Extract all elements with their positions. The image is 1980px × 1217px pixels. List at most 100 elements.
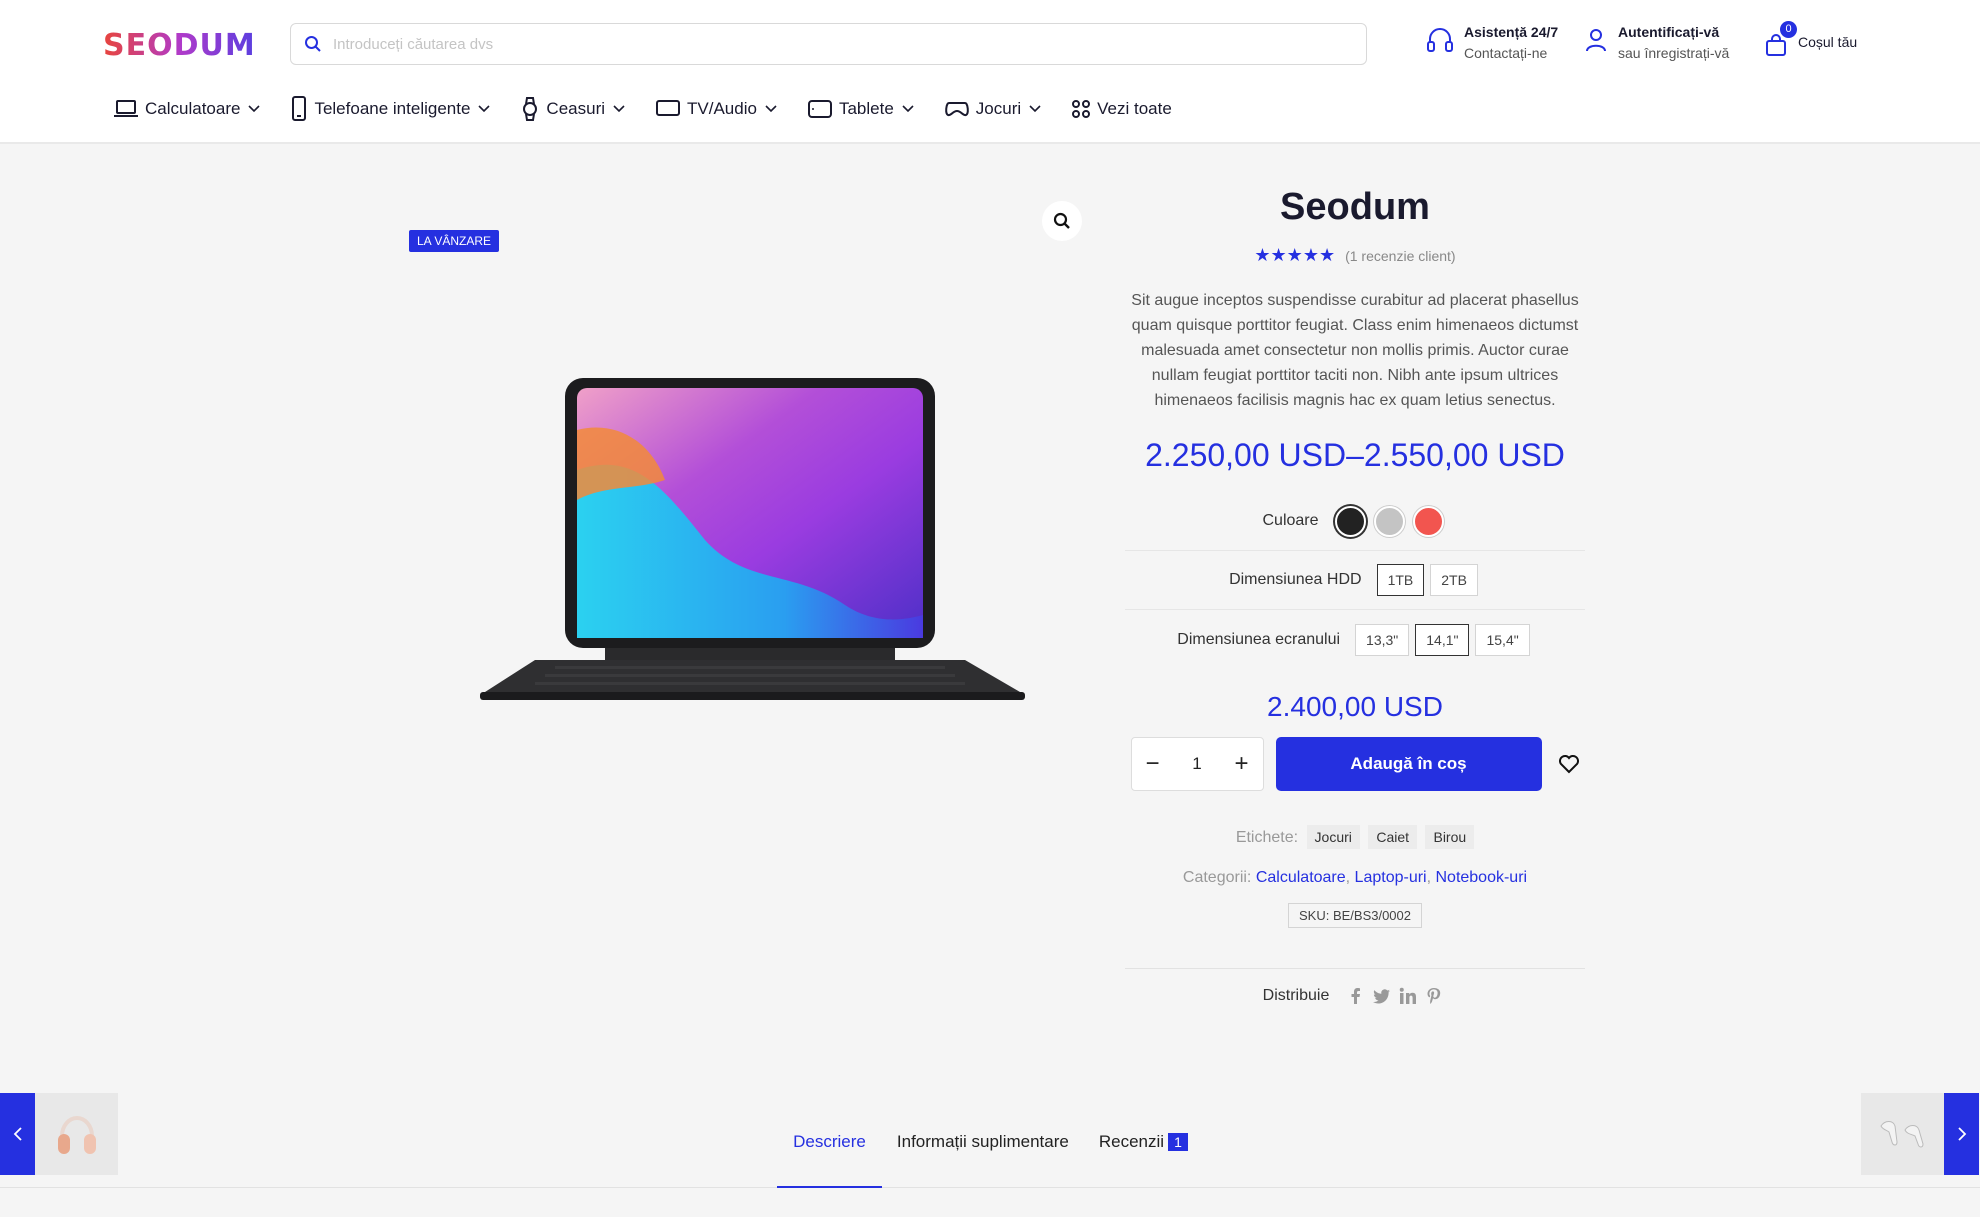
linkedin-icon[interactable] — [1399, 987, 1417, 1005]
category-link[interactable]: Notebook-uri — [1435, 869, 1527, 886]
product-tabs: Descriere Informații suplimentare Recenz… — [0, 1120, 1980, 1188]
nav-item-telefoane[interactable]: Telefoane inteligente — [290, 96, 490, 122]
tab-description[interactable]: Descriere — [777, 1120, 882, 1188]
screen-option-15[interactable]: 15,4" — [1475, 623, 1530, 656]
zoom-button[interactable] — [1042, 201, 1082, 241]
main-nav: Calculatoare Telefoane inteligente Ceasu… — [113, 96, 1202, 122]
screen-option-14[interactable]: 14,1" — [1415, 623, 1470, 656]
tag-link[interactable]: Birou — [1425, 825, 1475, 849]
tab-reviews[interactable]: Recenzii 1 — [1084, 1120, 1203, 1188]
account-subtitle: sau înregistrați-vă — [1618, 45, 1730, 61]
hdd-label: Dimensiunea HDD — [1229, 571, 1362, 588]
swatch-red[interactable] — [1412, 505, 1444, 537]
category-link[interactable]: Laptop-uri — [1355, 869, 1427, 886]
nav-item-calculatoare[interactable]: Calculatoare — [113, 98, 261, 120]
account-link[interactable]: Autentificați-vă sau înregistrați-vă — [1584, 22, 1729, 64]
product-title: Seodum — [1280, 186, 1430, 228]
nav-item-ceasuri[interactable]: Ceasuri — [520, 96, 625, 122]
reviews-count-badge: 1 — [1168, 1133, 1188, 1151]
nav-label: Vezi toate — [1097, 99, 1172, 118]
product-sku-row: SKU: BE/BS3/0002 — [1125, 903, 1585, 928]
swatch-silver[interactable] — [1373, 505, 1405, 537]
minus-button[interactable]: − — [1146, 750, 1160, 778]
cart-count-badge: 0 — [1780, 21, 1797, 38]
search-input[interactable] — [333, 32, 1353, 56]
product-image[interactable] — [465, 370, 1035, 710]
screen-attribute: Dimensiunea ecranului 13,3" 14,1" 15,4" — [1125, 610, 1585, 669]
nav-label: Ceasuri — [546, 99, 606, 118]
watch-icon — [523, 97, 538, 121]
nav-label: Calculatoare — [145, 99, 241, 118]
categories-label: Categorii: — [1182, 869, 1252, 886]
site-header: SEODUM Asistență 24/7 Contactați-ne Aute… — [0, 0, 1980, 144]
headset-icon — [1427, 28, 1453, 52]
twitter-icon[interactable] — [1373, 987, 1391, 1005]
gamepad-icon — [944, 102, 969, 117]
plus-button[interactable]: + — [1234, 750, 1248, 778]
nav-label: Telefoane inteligente — [314, 99, 471, 118]
tab-additional-info[interactable]: Informații suplimentare — [882, 1120, 1084, 1188]
support-link[interactable]: Asistență 24/7 Contactați-ne — [1426, 22, 1558, 64]
support-title: Asistență 24/7 — [1464, 24, 1559, 40]
hdd-attribute: Dimensiunea HDD 1TB 2TB — [1125, 551, 1585, 610]
screen-option-13[interactable]: 13,3" — [1355, 623, 1410, 656]
support-subtitle: Contactați-ne — [1464, 45, 1548, 61]
magnifier-icon — [1053, 212, 1070, 229]
share-label: Distribuie — [1262, 987, 1330, 1004]
swatch-black[interactable] — [1334, 505, 1366, 537]
search-bar[interactable] — [290, 23, 1367, 65]
nav-label: Tablete — [838, 99, 894, 118]
product-tags: Etichete: Jocuri Caiet Birou — [1125, 825, 1585, 849]
nav-item-vezi-toate[interactable]: Vezi toate — [1071, 99, 1172, 119]
nav-item-jocuri[interactable]: Jocuri — [944, 99, 1041, 119]
hdd-option-2tb[interactable]: 2TB — [1430, 564, 1478, 596]
tablet-icon — [807, 100, 832, 118]
tv-icon — [656, 100, 681, 116]
pinterest-icon[interactable] — [1425, 987, 1443, 1005]
hdd-option-1tb[interactable]: 1TB — [1376, 564, 1425, 596]
chevron-down-icon — [902, 105, 914, 113]
product-rating: ★★★★★ (1 recenzie client) — [1125, 245, 1585, 266]
product-description: Sit augue inceptos suspendisse curabitur… — [1131, 292, 1579, 409]
cart-icon — [1766, 34, 1786, 56]
chevron-down-icon — [1029, 105, 1041, 113]
product-categories: Categorii: Calculatoare, Laptop-uri, Not… — [1182, 869, 1528, 886]
chevron-down-icon — [765, 105, 777, 113]
tags-label: Etichete: — [1235, 829, 1299, 846]
tag-link[interactable]: Caiet — [1368, 825, 1418, 849]
heart-icon[interactable] — [1558, 754, 1580, 774]
tag-link[interactable]: Jocuri — [1306, 825, 1360, 849]
nav-item-tv-audio[interactable]: TV/Audio — [655, 99, 777, 119]
search-icon[interactable] — [304, 35, 322, 53]
cart-label: Coșul tău — [1798, 34, 1858, 50]
product-sku: SKU: BE/BS3/0002 — [1287, 903, 1422, 928]
color-attribute: Culoare — [1125, 492, 1585, 551]
nav-label: Jocuri — [975, 99, 1022, 118]
selected-price: 2.400,00 USD — [1267, 691, 1443, 722]
user-icon — [1586, 29, 1606, 52]
product-summary: Seodum ★★★★★ (1 recenzie client) Sit aug… — [1125, 180, 1585, 1005]
laptop-icon — [114, 100, 138, 117]
category-link[interactable]: Calculatoare — [1256, 869, 1346, 886]
facebook-icon[interactable] — [1347, 987, 1365, 1005]
chevron-down-icon — [478, 105, 490, 113]
review-count-link[interactable]: (1 recenzie client) — [1345, 248, 1456, 264]
nav-label: TV/Audio — [687, 99, 757, 118]
site-logo[interactable]: SEODUM — [103, 28, 256, 63]
nav-item-tablete[interactable]: Tablete — [807, 99, 914, 119]
tab-reviews-label: Recenzii — [1098, 1132, 1165, 1151]
rating-stars: ★★★★★ — [1254, 245, 1336, 265]
cart-link[interactable]: Coșul tău — [1764, 30, 1857, 58]
screen-label: Dimensiunea ecranului — [1177, 630, 1341, 648]
account-title: Autentificați-vă — [1618, 24, 1720, 40]
quantity-value[interactable]: 1 — [1192, 754, 1201, 774]
share-row: Distribuie — [1125, 968, 1585, 1005]
color-label: Culoare — [1262, 512, 1319, 529]
add-to-cart-button[interactable]: Adaugă în coș — [1275, 737, 1542, 791]
quantity-stepper[interactable]: − 1 + — [1130, 737, 1264, 791]
sale-badge: LA VÂNZARE — [409, 230, 500, 252]
chevron-down-icon — [613, 105, 625, 113]
add-to-cart-row: − 1 + Adaugă în coș — [1125, 737, 1585, 791]
grid-icon — [1072, 100, 1091, 118]
chevron-down-icon — [248, 105, 261, 113]
